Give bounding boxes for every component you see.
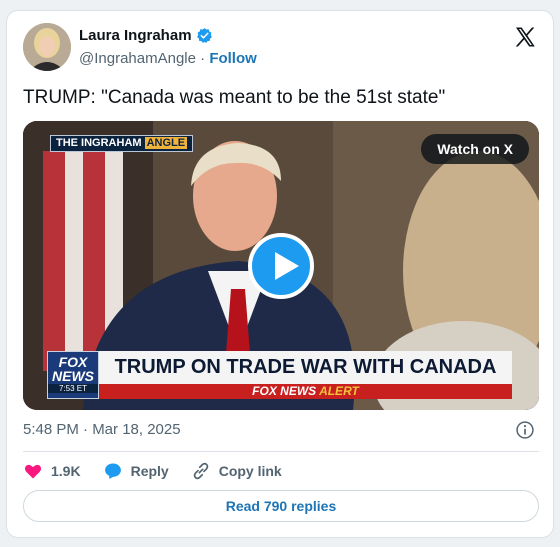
like-count: 1.9K <box>51 463 81 479</box>
read-replies-button[interactable]: Read 790 replies <box>23 490 539 522</box>
handle-separator: · <box>200 50 206 67</box>
network-logo: FOX NEWS 7:53 ET <box>47 351 99 399</box>
x-logo-icon[interactable] <box>513 25 537 49</box>
reply-icon <box>104 463 121 479</box>
heart-icon <box>24 464 42 479</box>
tweet-card: Laura Ingraham @IngrahamAngle · Follow T… <box>6 10 554 538</box>
tweet-timestamp[interactable]: 5:48 PM · Mar 18, 2025 <box>23 421 181 438</box>
divider <box>23 451 539 452</box>
avatar[interactable] <box>23 23 71 71</box>
show-logo-prefix: THE INGRAHAM <box>56 137 145 149</box>
info-icon[interactable] <box>515 420 535 440</box>
chyron-headline: TRUMP ON TRADE WAR WITH CANADA <box>99 351 512 384</box>
copy-link-button[interactable]: Copy link <box>191 461 282 481</box>
alert-prefix: FOX NEWS <box>252 384 317 398</box>
author-handle[interactable]: @IngrahamAngle <box>79 50 196 67</box>
video-player[interactable]: THE INGRAHAM ANGLE Watch on X FOX NEWS 7… <box>23 121 539 410</box>
verified-badge-icon <box>196 28 212 44</box>
tweet-text: TRUMP: "Canada was meant to be the 51st … <box>23 87 446 108</box>
link-icon <box>193 462 208 480</box>
copy-link-label: Copy link <box>218 463 282 479</box>
network-time: 7:53 ET <box>48 384 98 393</box>
reply-label: Reply <box>130 463 169 479</box>
alert-word: ALERT <box>319 384 359 398</box>
play-icon[interactable] <box>248 233 314 299</box>
show-logo-highlight: ANGLE <box>144 137 188 149</box>
author-name[interactable]: Laura Ingraham <box>79 27 192 44</box>
show-logo: THE INGRAHAM ANGLE <box>50 135 194 152</box>
chyron-alert: FOX NEWS ALERT <box>99 384 512 399</box>
author-handle-row: @IngrahamAngle · Follow <box>79 50 257 67</box>
like-button[interactable]: 1.9K <box>23 461 81 481</box>
reply-button[interactable]: Reply <box>103 461 169 481</box>
network-name: FOX NEWS <box>52 354 94 384</box>
author-name-row[interactable]: Laura Ingraham <box>79 27 213 44</box>
watch-on-x-button[interactable]: Watch on X <box>421 134 529 164</box>
action-bar: 1.9K Reply Copy link <box>23 460 304 482</box>
follow-button[interactable]: Follow <box>209 50 257 67</box>
news-chyron: FOX NEWS 7:53 ET TRUMP ON TRADE WAR WITH… <box>47 351 512 399</box>
